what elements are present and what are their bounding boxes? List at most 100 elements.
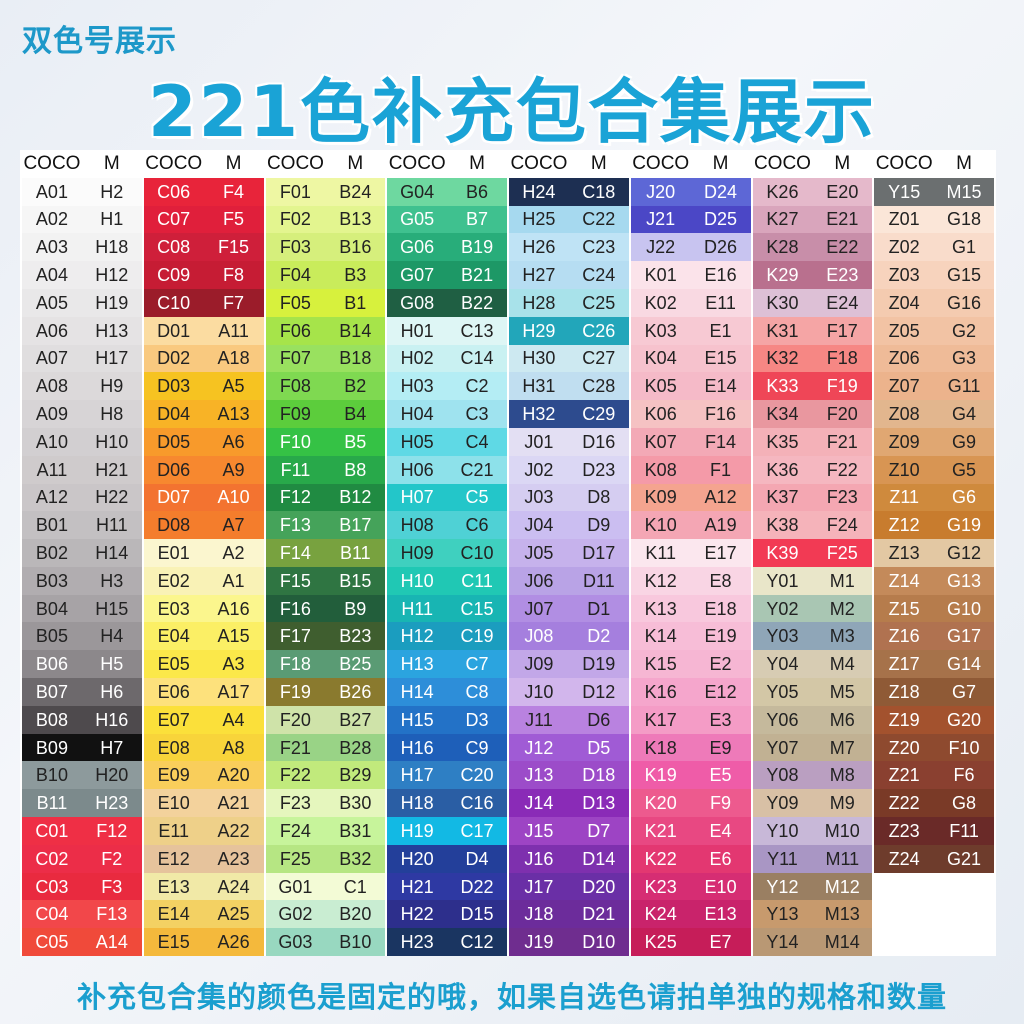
m-code: H5 xyxy=(100,654,124,675)
header-m: M xyxy=(956,153,972,175)
coco-code: Y09 xyxy=(766,793,799,814)
m-code: M2 xyxy=(829,598,855,619)
color-swatch-row: Y02 M2 xyxy=(752,594,873,623)
m-code: D19 xyxy=(582,654,616,675)
m-code: C29 xyxy=(582,404,616,425)
color-swatch-row: H07 C5 xyxy=(387,483,507,512)
coco-code: K38 xyxy=(766,515,799,536)
coco-code: H24 xyxy=(522,181,556,202)
m-code: M1 xyxy=(829,570,855,591)
m-code: B17 xyxy=(339,515,372,536)
m-code: G17 xyxy=(947,626,982,647)
color-swatch-row: E06 A17 xyxy=(143,678,264,706)
m-code: H4 xyxy=(100,626,124,647)
header-coco: COCO xyxy=(145,153,203,175)
color-swatch-row: K38 F24 xyxy=(752,511,873,540)
m-code: B26 xyxy=(339,681,372,702)
color-swatch-row: Z13 G12 xyxy=(874,539,994,567)
m-code: D8 xyxy=(587,487,611,508)
m-code: B12 xyxy=(339,487,372,508)
coco-code: F20 xyxy=(279,709,311,730)
m-code: M8 xyxy=(829,765,855,786)
coco-code: Z08 xyxy=(888,404,920,425)
coco-code: B02 xyxy=(35,542,68,563)
m-code: F6 xyxy=(953,765,975,786)
m-code: D15 xyxy=(460,904,494,925)
color-swatch-row: Z06 G3 xyxy=(874,344,994,373)
coco-code: A08 xyxy=(35,376,68,397)
color-swatch-row: F21 B28 xyxy=(265,733,386,762)
color-swatch-row: C04 F13 xyxy=(22,900,142,929)
color-swatch-row: H32 C29 xyxy=(509,400,629,428)
coco-code: Y03 xyxy=(766,626,799,647)
color-swatch-row: E11 A22 xyxy=(143,817,264,845)
m-code: B18 xyxy=(339,348,372,369)
m-code: G19 xyxy=(947,515,982,536)
m-code: M9 xyxy=(829,793,855,814)
color-swatch-row: J07 D1 xyxy=(509,594,629,623)
color-swatch-row: Z18 G7 xyxy=(874,678,994,706)
color-swatch-row: F16 B9 xyxy=(265,594,386,623)
m-code: B3 xyxy=(344,265,367,286)
coco-code: H08 xyxy=(400,515,434,536)
m-code: H6 xyxy=(100,681,124,702)
color-swatch-row: E13 A24 xyxy=(143,872,264,901)
m-code: H7 xyxy=(100,737,124,758)
coco-code: Y06 xyxy=(766,709,799,730)
color-swatch-row: F08 B2 xyxy=(265,372,386,401)
m-code: H21 xyxy=(95,459,129,480)
coco-code: K25 xyxy=(644,932,677,953)
color-swatch-row: Z16 G17 xyxy=(874,622,994,651)
header-coco: COCO xyxy=(632,153,690,175)
color-column: COCO M G04 B6 G05 B7 G06 B19 G07 B21 G08 B22 H01 C13 H… xyxy=(387,150,507,956)
m-code: E13 xyxy=(704,904,737,925)
m-code: B11 xyxy=(339,542,371,563)
m-code: B24 xyxy=(339,181,372,202)
m-code: H1 xyxy=(100,209,124,230)
color-swatch-row: F19 B26 xyxy=(265,678,386,706)
m-code: A18 xyxy=(217,348,250,369)
color-swatch-row: A08 H9 xyxy=(22,372,142,401)
coco-code: H16 xyxy=(400,737,434,758)
m-code: A14 xyxy=(95,932,128,953)
coco-code: J12 xyxy=(524,737,554,758)
color-swatch-row: K17 E3 xyxy=(630,705,751,734)
color-swatch-row: E05 A3 xyxy=(143,650,264,679)
coco-code: H02 xyxy=(400,348,434,369)
m-code: H2 xyxy=(100,181,124,202)
color-swatch-row xyxy=(874,900,994,929)
m-code: F19 xyxy=(826,376,858,397)
page-title: 221色补充包合集展示 xyxy=(147,71,877,153)
coco-code: F17 xyxy=(279,626,311,647)
color-swatch-row: K28 E22 xyxy=(752,233,873,262)
m-code: D16 xyxy=(582,431,616,452)
color-swatch-row: Z02 G1 xyxy=(874,233,994,262)
color-swatch-row: B09 H7 xyxy=(22,733,142,762)
color-swatch-row: B11 H23 xyxy=(22,789,142,818)
m-code: C7 xyxy=(465,654,489,675)
color-swatch-row: Z07 G11 xyxy=(874,372,994,401)
coco-code: C02 xyxy=(35,848,69,869)
color-swatch-row: F20 B27 xyxy=(265,705,386,734)
color-swatch-row: J17 D20 xyxy=(509,872,629,901)
color-swatch-row: B08 H16 xyxy=(22,705,142,734)
color-swatch-row: Z09 G9 xyxy=(874,427,994,456)
m-code: M5 xyxy=(829,681,855,702)
coco-code: H05 xyxy=(400,431,434,452)
color-swatch-row: Y05 M5 xyxy=(752,678,873,706)
m-code: A6 xyxy=(222,431,245,452)
color-swatch-row: C10 F7 xyxy=(143,288,264,317)
color-swatch-row xyxy=(874,872,994,901)
coco-code: K09 xyxy=(644,487,677,508)
coco-code: K21 xyxy=(644,820,677,841)
color-swatch-row: K33 F19 xyxy=(752,372,873,401)
color-swatch-row: K30 E24 xyxy=(752,288,873,317)
color-column: COCO M J20 D24 J21 D25 J22 D26 K01 E16 K02 E11 K03 E1… xyxy=(630,150,751,956)
color-swatch-row: J16 D14 xyxy=(509,844,629,873)
m-code: B25 xyxy=(339,654,372,675)
m-code: B7 xyxy=(466,209,489,230)
color-swatch-row: F22 B29 xyxy=(265,761,386,790)
color-swatch-row: H11 C15 xyxy=(387,594,507,623)
color-swatch-row: J20 D24 xyxy=(630,177,751,206)
m-code: D17 xyxy=(582,542,616,563)
